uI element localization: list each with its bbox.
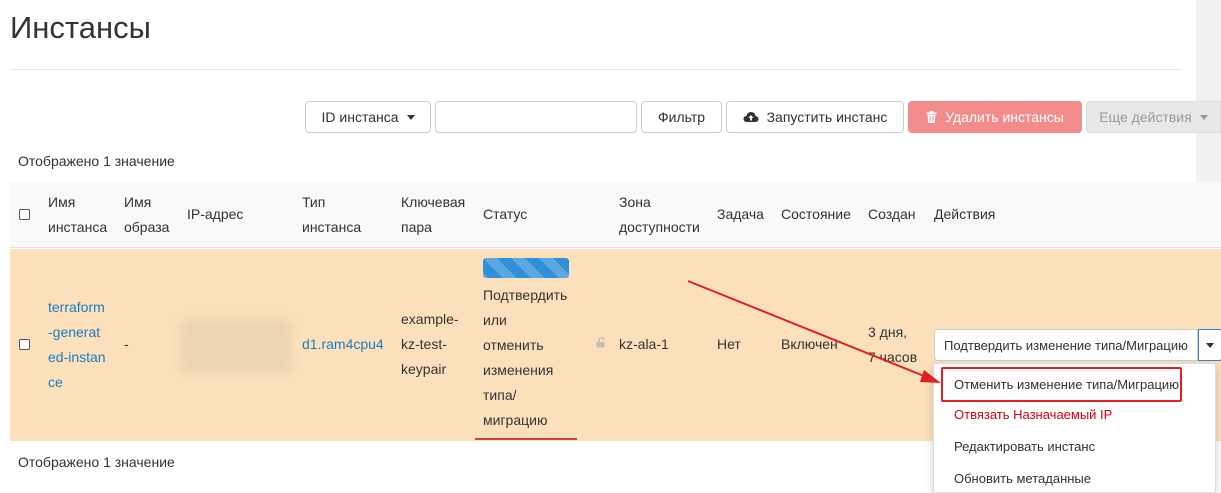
header-image-name-line2: образа	[124, 219, 170, 235]
scrollbar[interactable]	[1196, 0, 1221, 183]
header-instance-type-line2: инстанса	[302, 219, 362, 235]
id-filter-label: ID инстанса	[321, 109, 399, 125]
header-instance-name[interactable]: Имя инстанса	[48, 190, 107, 240]
task-value: Нет	[717, 336, 741, 352]
ip-address-value	[180, 319, 292, 374]
instance-name-line: ce	[48, 374, 63, 390]
header-image-name-line1: Имя	[124, 194, 152, 210]
header-ip-address[interactable]: IP-адрес	[187, 202, 243, 227]
chevron-down-icon	[406, 114, 415, 120]
header-availability-zone-line1: Зона	[619, 194, 651, 210]
table-header: Имя инстанса Имя образа IP-адрес Тип инс…	[10, 182, 1221, 248]
status-progress-bar	[483, 258, 569, 278]
page-title: Инстансы	[10, 10, 151, 45]
header-availability-zone[interactable]: Зона доступности	[619, 190, 700, 240]
trash-icon	[926, 111, 937, 123]
delete-instances-button[interactable]: Удалить инстансы	[908, 101, 1082, 133]
instance-name-line: ed-instan	[48, 349, 106, 365]
menu-item-disassociate-floating-ip[interactable]: Отвязать Назначаемый IP	[954, 407, 1112, 422]
filter-button[interactable]: Фильтр	[641, 101, 722, 133]
id-filter-dropdown[interactable]: ID инстанса	[305, 101, 431, 133]
header-key-pair-line2: пара	[401, 219, 432, 235]
item-count-top: Отображено 1 значение	[18, 153, 175, 169]
lock-open-icon	[596, 337, 605, 348]
header-key-pair[interactable]: Ключевая пара	[401, 190, 465, 240]
state-value: Включен	[781, 336, 838, 352]
status-value: Подтвердить или отменить изменения типа/…	[483, 283, 567, 433]
key-pair-line: kz-test-	[401, 336, 447, 352]
created-line: 7 часов	[868, 349, 918, 365]
cloud-upload-icon	[743, 112, 759, 122]
row-select-checkbox[interactable]	[19, 339, 30, 350]
chevron-down-icon	[1206, 342, 1215, 348]
status-line: миграцию	[483, 412, 548, 428]
header-status[interactable]: Статус	[483, 202, 527, 227]
chevron-down-icon	[1199, 114, 1208, 120]
status-underline	[475, 438, 577, 440]
header-instance-name-line1: Имя	[48, 194, 76, 210]
annotation-highlight-box	[941, 367, 1182, 402]
more-actions-button[interactable]: Еще действия	[1086, 101, 1221, 133]
filter-button-label: Фильтр	[657, 109, 706, 125]
header-created[interactable]: Создан	[868, 202, 916, 227]
status-line: отменить	[483, 337, 544, 353]
key-pair-line: keypair	[401, 361, 447, 377]
header-state[interactable]: Состояние	[781, 202, 851, 227]
title-divider	[10, 69, 1182, 70]
status-line: типа/	[483, 387, 517, 403]
search-input[interactable]	[435, 101, 637, 133]
menu-item-edit-instance[interactable]: Редактировать инстанс	[954, 439, 1095, 454]
image-name-value: -	[124, 336, 129, 352]
instance-name-line: terraform	[48, 299, 105, 315]
launch-instance-label: Запустить инстанс	[766, 109, 888, 125]
header-instance-type[interactable]: Тип инстанса	[302, 190, 361, 240]
launch-instance-button[interactable]: Запустить инстанс	[726, 101, 904, 133]
confirm-resize-button[interactable]: Подтвердить изменение типа/Миграцию	[934, 329, 1198, 361]
key-pair-value: example- kz-test- keypair	[401, 307, 459, 382]
item-count-bottom: Отображено 1 значение	[18, 454, 175, 470]
header-availability-zone-line2: доступности	[619, 219, 700, 235]
availability-zone-value: kz-ala-1	[619, 336, 669, 352]
header-image-name[interactable]: Имя образа	[124, 190, 169, 240]
delete-instances-label: Удалить инстансы	[945, 109, 1064, 125]
header-task[interactable]: Задача	[717, 202, 764, 227]
instance-name-line: -generat	[48, 324, 101, 340]
header-instance-type-line1: Тип	[302, 194, 326, 210]
instance-type-link[interactable]: d1.ram4cpu4	[302, 332, 384, 357]
created-value: 3 дня, 7 часов	[868, 320, 917, 370]
header-instance-name-line2: инстанса	[48, 219, 108, 235]
header-actions: Действия	[934, 206, 996, 222]
row-actions-dropdown-toggle[interactable]	[1197, 329, 1221, 361]
header-key-pair-line1: Ключевая	[401, 194, 466, 210]
status-line: или	[483, 312, 507, 328]
row-actions-split-button: Подтвердить изменение типа/Миграцию	[934, 329, 1221, 361]
key-pair-line: example-	[401, 311, 459, 327]
status-line: Подтвердить	[483, 287, 568, 303]
status-line: изменения	[483, 362, 554, 378]
created-line: 3 дня,	[868, 324, 908, 340]
instance-name-link[interactable]: terraform -generat ed-instan ce	[48, 295, 106, 395]
more-actions-label: Еще действия	[1099, 109, 1192, 125]
select-all-checkbox[interactable]	[19, 209, 30, 220]
